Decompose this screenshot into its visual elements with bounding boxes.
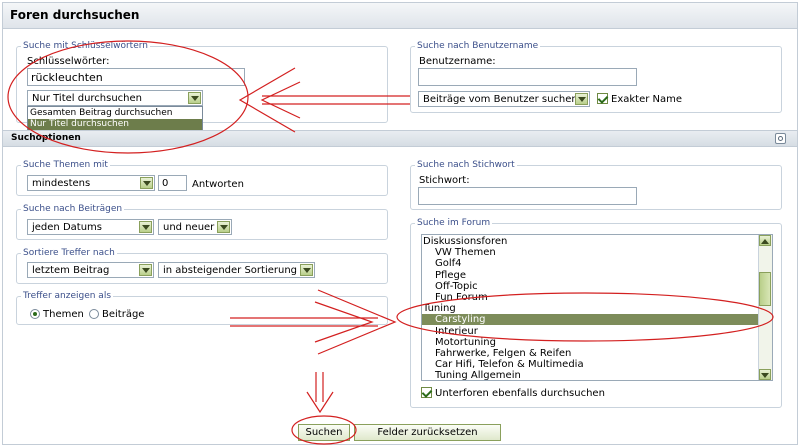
- subforums-label: Unterforen ebenfalls durchsuchen: [435, 388, 605, 399]
- forum-list-item[interactable]: Motortuning: [422, 337, 760, 348]
- sort-order-value: in absteigender Sortierung: [163, 265, 298, 276]
- display-threads-label: Themen: [43, 309, 84, 320]
- tag-label: Stichwort:: [419, 175, 470, 186]
- scroll-up-icon[interactable]: [759, 235, 771, 246]
- date-range-value: jeden Datums: [32, 222, 102, 233]
- chevron-down-icon[interactable]: [139, 221, 152, 233]
- tag-input[interactable]: [418, 187, 637, 205]
- display-threads-radio[interactable]: [30, 309, 40, 319]
- forum-listbox[interactable]: Diskussionsforen VW Themen Golf4 Pflege Off-…: [421, 234, 773, 381]
- forum-search-legend: Suche im Forum: [417, 218, 491, 228]
- forum-list-item[interactable]: Car Hifi, Telefon & Multimedia: [422, 359, 760, 370]
- forum-list-item[interactable]: Pflege: [422, 270, 760, 281]
- scroll-thumb[interactable]: [759, 272, 771, 306]
- date-direction-value: und neuer: [163, 222, 215, 233]
- page-title: Foren durchsuchen: [10, 8, 140, 22]
- reply-qualifier-select[interactable]: mindestens: [27, 175, 155, 191]
- scope-option-title-only[interactable]: Nur Titel durchsuchen: [28, 119, 202, 130]
- forum-list-item[interactable]: Tuning Allgemein: [422, 370, 760, 380]
- keywords-input-value: rückleuchten: [31, 71, 103, 84]
- replies-suffix-label: Antworten: [192, 179, 244, 190]
- date-range-select[interactable]: jeden Datums: [27, 219, 154, 235]
- search-scope-options: Gesamten Beitrag durchsuchen Nur Titel d…: [27, 106, 203, 130]
- collapse-icon[interactable]: [775, 133, 786, 144]
- chevron-down-icon[interactable]: [575, 93, 588, 105]
- reply-qualifier-value: mindestens: [32, 178, 91, 189]
- username-label: Benutzername:: [419, 56, 496, 67]
- forum-list-item[interactable]: Fahrwerke, Felgen & Reifen: [422, 348, 760, 359]
- search-button[interactable]: Suchen: [298, 424, 350, 441]
- sort-field-value: letztem Beitrag: [32, 265, 110, 276]
- reset-fields-button[interactable]: Felder zurücksetzen: [354, 424, 501, 441]
- search-scope-select[interactable]: Nur Titel durchsuchen: [27, 90, 203, 106]
- chevron-down-icon[interactable]: [217, 221, 230, 233]
- forum-category-item[interactable]: Tuning: [422, 303, 760, 314]
- search-scope-value: Nur Titel durchsuchen: [32, 93, 143, 104]
- user-search-mode-value: Beiträge vom Benutzer suchen: [423, 94, 578, 105]
- keyword-search-legend: Suche mit Schlüsselwörtern: [23, 41, 148, 51]
- threads-with-legend: Suche Themen mit: [23, 160, 108, 170]
- chevron-down-icon[interactable]: [139, 264, 152, 276]
- chevron-down-icon[interactable]: [188, 92, 201, 104]
- reply-count-value: 0: [162, 178, 169, 189]
- scroll-down-icon[interactable]: [759, 369, 771, 380]
- sort-legend: Sortiere Treffer nach: [23, 248, 115, 258]
- chevron-down-icon[interactable]: [300, 264, 313, 276]
- subforums-checkbox[interactable]: [421, 387, 432, 398]
- forum-list-item[interactable]: Interieur: [422, 326, 760, 337]
- sort-field-select[interactable]: letztem Beitrag: [27, 262, 154, 278]
- keywords-label: Schlüsselwörter:: [27, 56, 110, 67]
- forum-list-item[interactable]: Golf4: [422, 258, 760, 269]
- search-options-title: Suchoptionen: [11, 133, 81, 143]
- tag-search-legend: Suche nach Stichwort: [417, 160, 515, 170]
- search-options-header: Suchoptionen: [3, 130, 797, 147]
- exact-name-checkbox[interactable]: [597, 93, 608, 104]
- forum-category-item[interactable]: Diskussionsforen: [422, 236, 760, 247]
- scope-option-full-post[interactable]: Gesamten Beitrag durchsuchen: [28, 108, 202, 119]
- sort-order-select[interactable]: in absteigender Sortierung: [158, 262, 315, 278]
- keywords-input[interactable]: rückleuchten: [27, 68, 245, 86]
- display-posts-radio[interactable]: [89, 309, 99, 319]
- page-header: Foren durchsuchen: [2, 2, 798, 29]
- username-input[interactable]: [418, 68, 637, 86]
- forum-list-item[interactable]: Carstyling: [422, 314, 760, 326]
- forum-list-item[interactable]: Off-Topic: [422, 281, 760, 292]
- reply-count-input[interactable]: 0: [158, 175, 187, 191]
- forum-list-item[interactable]: Fun Forum: [422, 292, 760, 303]
- user-search-mode-select[interactable]: Beiträge vom Benutzer suchen: [418, 91, 590, 107]
- chevron-down-icon[interactable]: [140, 177, 153, 189]
- date-direction-select[interactable]: und neuer: [158, 219, 232, 235]
- user-search-legend: Suche nach Benutzername: [417, 41, 539, 51]
- display-posts-label: Beiträge: [102, 309, 145, 320]
- exact-name-label: Exakter Name: [611, 94, 683, 105]
- display-as-legend: Treffer anzeigen als: [23, 291, 112, 301]
- forum-list-item[interactable]: VW Themen: [422, 247, 760, 258]
- forum-list-scrollbar[interactable]: [758, 235, 772, 380]
- posts-by-date-legend: Suche nach Beiträgen: [23, 204, 123, 214]
